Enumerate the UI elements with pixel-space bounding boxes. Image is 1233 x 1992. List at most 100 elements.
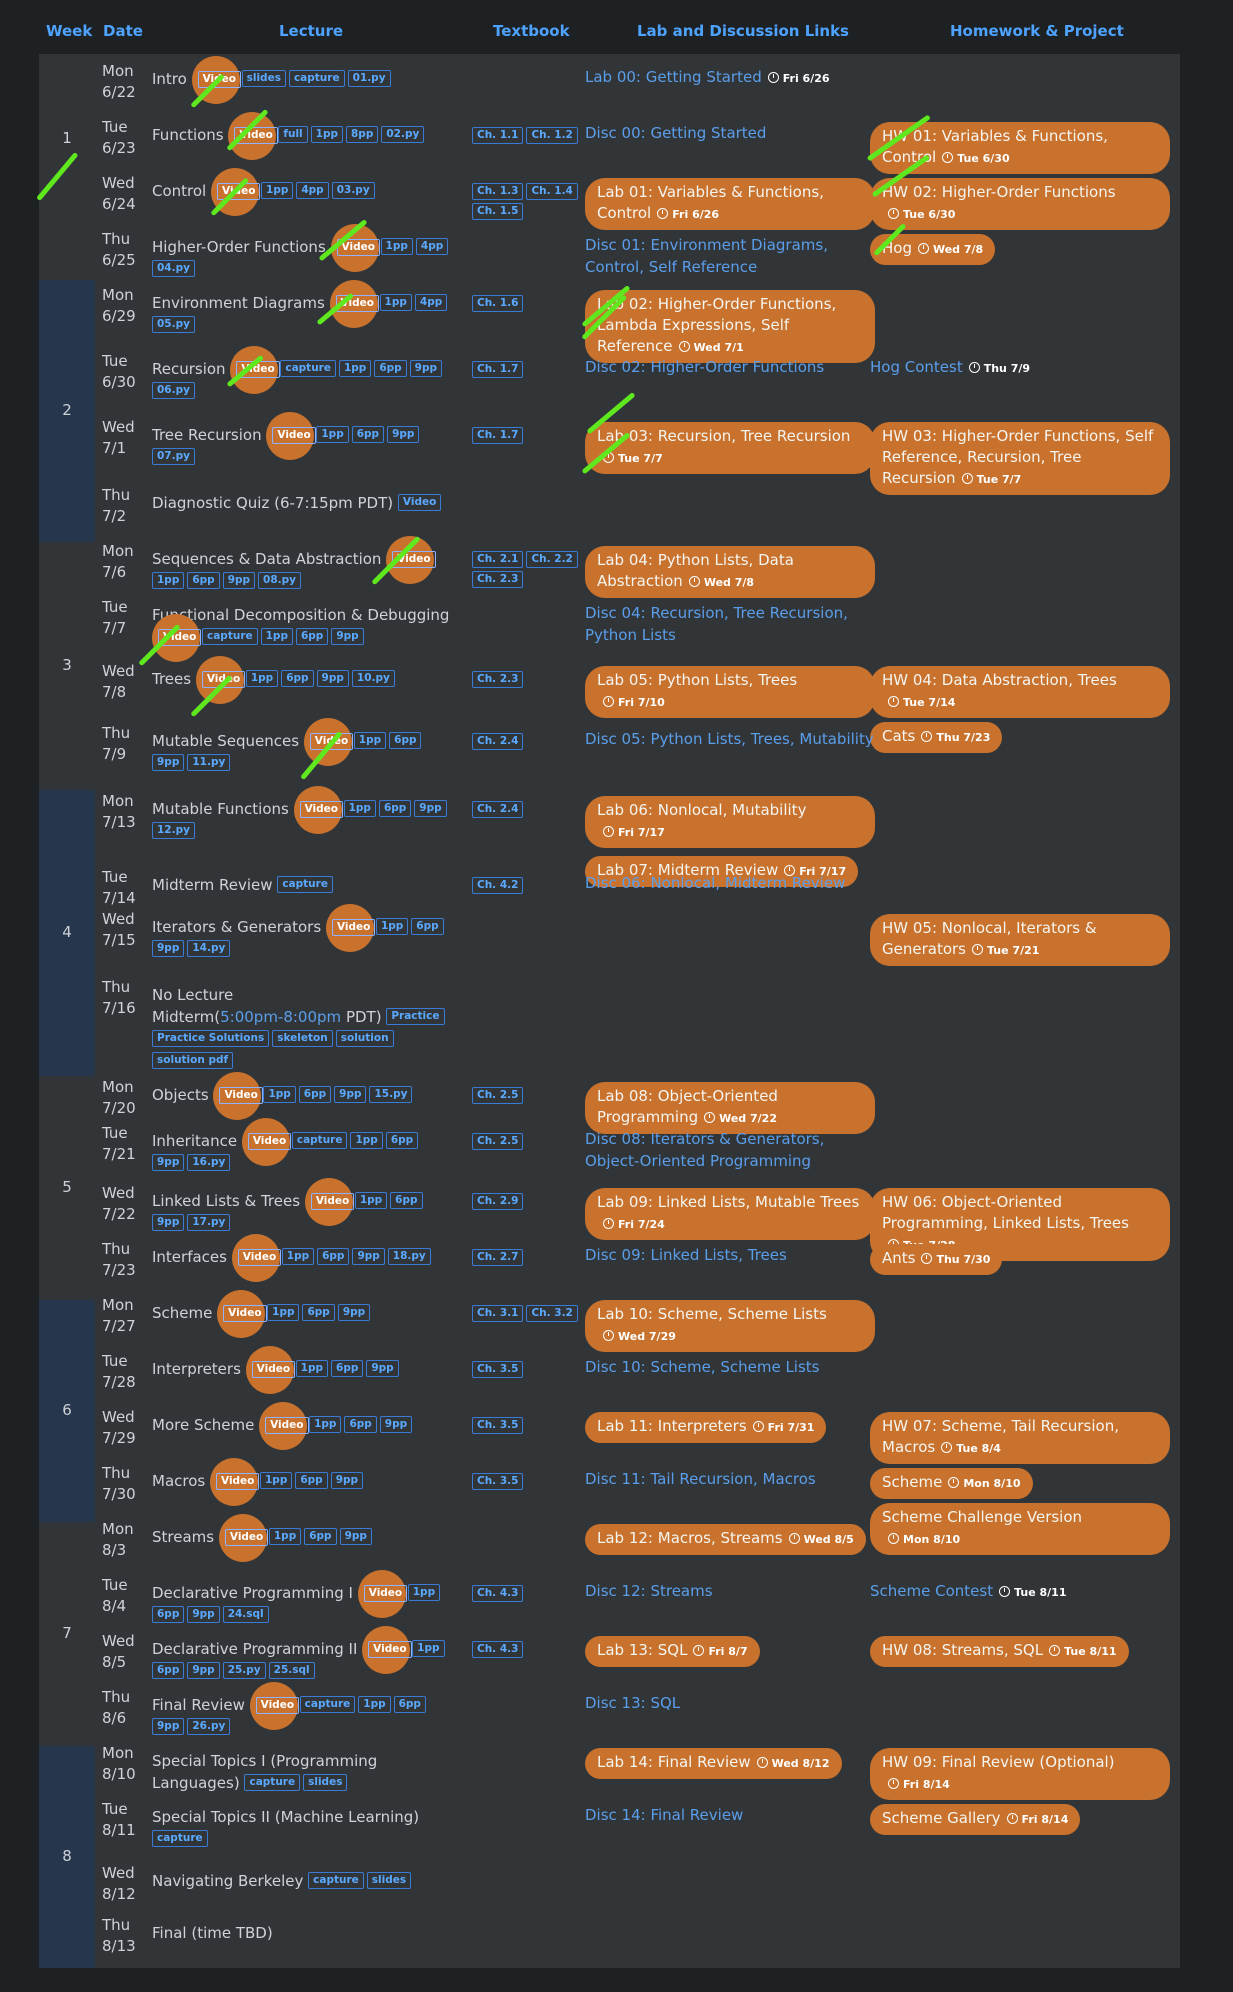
video-link[interactable]: Video	[223, 1304, 267, 1322]
lecture-title[interactable]: Intro	[152, 70, 187, 88]
resource-link-24-sql[interactable]: 24.sql	[222, 1605, 269, 1623]
textbook-link[interactable]: Ch. 1.5	[472, 203, 524, 220]
resource-link-capture[interactable]: capture	[280, 359, 336, 377]
resource-link-04-py[interactable]: 04.py	[152, 259, 195, 277]
resource-link-11-py[interactable]: 11.py	[187, 753, 231, 771]
resource-link-4pp[interactable]: 4pp	[296, 181, 329, 199]
lecture-title[interactable]: Mutable Functions	[152, 800, 289, 818]
resource-link-1pp[interactable]: 1pp	[245, 669, 279, 687]
lecture-title[interactable]: Navigating Berkeley	[152, 1872, 303, 1890]
resource-link-video[interactable]: Video	[397, 493, 442, 511]
homework-assignment[interactable]: HW 02: Higher-Order Functions Tue 6/30	[870, 178, 1170, 230]
lecture-title[interactable]: Scheme	[152, 1304, 212, 1322]
resource-link-08-py[interactable]: 08.py	[258, 571, 301, 589]
resource-link-9pp[interactable]: 9pp	[409, 359, 443, 377]
video-button[interactable]: Video	[241, 1117, 292, 1166]
lab-assignment[interactable]: Lab 04: Python Lists, Data Abstraction We…	[585, 546, 875, 598]
video-link[interactable]: Video	[219, 1086, 263, 1104]
resource-link-6pp[interactable]: 6pp	[385, 1131, 419, 1149]
resource-link-1pp[interactable]: 1pp	[353, 731, 387, 749]
discussion-link[interactable]: Disc 14: Final Review	[585, 1806, 743, 1824]
resource-link-9pp[interactable]: 9pp	[187, 1661, 220, 1679]
resource-link-1pp[interactable]: 1pp	[412, 1639, 445, 1657]
resource-link-1pp[interactable]: 1pp	[350, 1131, 383, 1149]
resource-link-6pp[interactable]: 6pp	[295, 1471, 328, 1489]
resource-link-capture[interactable]: capture	[299, 1695, 356, 1713]
textbook-link[interactable]: Ch. 4.2	[472, 876, 524, 894]
lecture-title[interactable]: Special Topics II (Machine Learning)	[152, 1808, 419, 1826]
resource-link-6pp[interactable]: 6pp	[281, 669, 314, 687]
resource-link-slides[interactable]: slides	[366, 1871, 412, 1889]
video-link[interactable]: Video	[310, 1192, 355, 1210]
resource-link-02-py[interactable]: 02.py	[381, 125, 425, 143]
textbook-link[interactable]: Ch. 2.5	[472, 1132, 524, 1150]
textbook-link[interactable]: Ch. 2.3	[472, 670, 524, 688]
resource-link-07-py[interactable]: 07.py	[152, 447, 195, 465]
video-button[interactable]: Video	[210, 1457, 260, 1506]
video-link[interactable]: Video	[272, 426, 316, 444]
resource-link-6pp[interactable]: 6pp	[344, 1415, 377, 1433]
video-button[interactable]: Video	[217, 1289, 267, 1338]
resource-link-1pp[interactable]: 1pp	[343, 799, 376, 817]
lecture-title[interactable]: Diagnostic Quiz (6-7:15pm PDT)	[152, 494, 393, 512]
discussion-link[interactable]: Disc 10: Scheme, Scheme Lists	[585, 1358, 820, 1376]
resource-link-16-py[interactable]: 16.py	[187, 1153, 231, 1171]
homework-assignment[interactable]: Scheme Challenge Version Mon 8/10	[870, 1503, 1170, 1555]
lecture-title[interactable]: Final Review	[152, 1696, 245, 1714]
video-button[interactable]: Video	[325, 903, 376, 952]
resource-link-1pp[interactable]: 1pp	[260, 627, 293, 645]
resource-link-6pp[interactable]: 6pp	[152, 1605, 185, 1623]
resource-link-1pp[interactable]: 1pp	[380, 237, 413, 255]
resource-link-9pp[interactable]: 9pp	[152, 1717, 185, 1735]
homework-assignment[interactable]: Ants Thu 7/30	[870, 1244, 1003, 1275]
video-button[interactable]: Video	[195, 655, 246, 704]
lab-assignment[interactable]: Lab 03: Recursion, Tree Recursion Tue 7/7	[585, 422, 875, 474]
homework-assignment[interactable]: HW 05: Nonlocal, Iterators & Generators T…	[870, 914, 1170, 966]
lecture-title[interactable]: Linked Lists & Trees	[152, 1192, 300, 1210]
homework-assignment[interactable]: HW 03: Higher-Order Functions, Self Refe…	[870, 422, 1170, 495]
resource-link-1pp[interactable]: 1pp	[263, 1085, 296, 1103]
discussion-link[interactable]: Disc 02: Higher-Order Functions	[585, 358, 824, 376]
resource-link-26-py[interactable]: 26.py	[187, 1717, 231, 1735]
resource-link-1pp[interactable]: 1pp	[338, 359, 372, 377]
lecture-title[interactable]: Functions	[152, 126, 224, 144]
lecture-title[interactable]: Objects	[152, 1086, 209, 1104]
resource-link-1pp[interactable]: 1pp	[267, 1303, 300, 1321]
resource-link-4pp[interactable]: 4pp	[414, 293, 448, 311]
lecture-title[interactable]: Final (time TBD)	[152, 1924, 273, 1942]
resource-link-25-sql[interactable]: 25.sql	[268, 1661, 315, 1679]
lab-assignment[interactable]: Lab 14: Final Review Wed 8/12	[585, 1748, 842, 1779]
textbook-link[interactable]: Ch. 4.3	[472, 1640, 524, 1658]
resource-link-6pp[interactable]: 6pp	[393, 1695, 426, 1713]
resource-link-full[interactable]: full	[278, 125, 308, 143]
video-link[interactable]: Video	[299, 800, 344, 818]
textbook-link[interactable]: Ch. 1.6	[472, 294, 524, 312]
homework-assignment[interactable]: Scheme Gallery Fri 8/14	[870, 1804, 1081, 1835]
resource-link-15-py[interactable]: 15.py	[369, 1085, 413, 1103]
resource-link-9pp[interactable]: 9pp	[337, 1303, 371, 1321]
resource-link-9pp[interactable]: 9pp	[352, 1247, 385, 1265]
video-button[interactable]: Video	[245, 1345, 296, 1394]
video-button[interactable]: Video	[249, 1681, 300, 1730]
homework-assignment[interactable]: HW 09: Final Review (Optional) Fri 8/14	[870, 1748, 1170, 1800]
lecture-title[interactable]: Midterm Review	[152, 876, 273, 894]
textbook-link[interactable]: Ch. 2.1	[472, 550, 524, 568]
textbook-link[interactable]: Ch. 3.5	[472, 1472, 524, 1490]
video-button[interactable]: Video	[231, 1233, 282, 1282]
video-link[interactable]: Video	[363, 1584, 408, 1602]
resource-link-9pp[interactable]: 9pp	[387, 425, 420, 443]
resource-link-06-py[interactable]: 06.py	[152, 381, 195, 399]
resource-link-1pp[interactable]: 1pp	[310, 125, 343, 143]
lecture-title[interactable]: Macros	[152, 1472, 205, 1490]
textbook-link[interactable]: Ch. 1.7	[472, 426, 524, 444]
discussion-link[interactable]: Disc 05: Python Lists, Trees, Mutability	[585, 730, 874, 748]
textbook-link[interactable]: Ch. 2.9	[472, 1192, 524, 1210]
resource-link-6pp[interactable]: 6pp	[317, 1247, 350, 1265]
resource-link-17-py[interactable]: 17.py	[187, 1213, 231, 1231]
lecture-title[interactable]: Recursion	[152, 360, 226, 378]
resource-link-6pp[interactable]: 6pp	[302, 1303, 335, 1321]
lecture-title[interactable]: Iterators & Generators	[152, 918, 321, 936]
resource-link-practice-solutions[interactable]: Practice Solutions	[152, 1029, 270, 1047]
resource-link-14-py[interactable]: 14.py	[187, 939, 231, 957]
lab-assignment[interactable]: Lab 02: Higher-Order Functions, Lambda E…	[585, 290, 875, 363]
